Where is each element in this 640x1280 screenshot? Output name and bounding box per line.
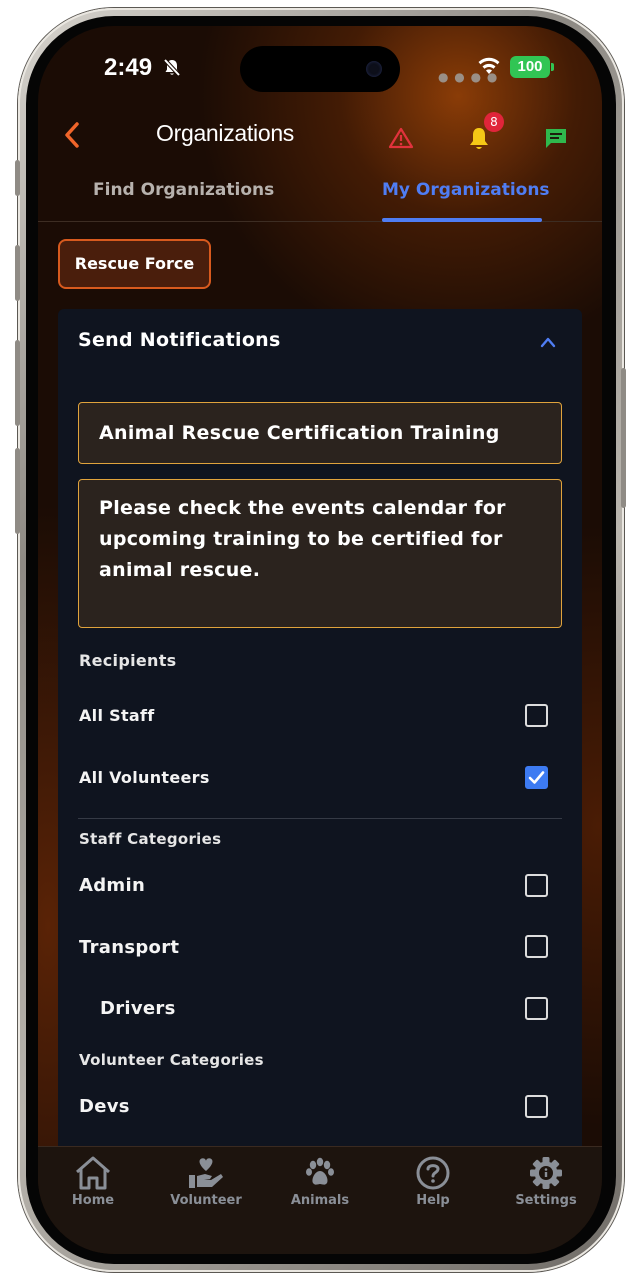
volume-down-button xyxy=(15,340,20,426)
power-button xyxy=(621,368,626,508)
notification-bell-icon[interactable] xyxy=(467,126,491,156)
message-textarea[interactable]: Please check the events calendar for upc… xyxy=(78,479,562,628)
volunteer-hand-heart-icon xyxy=(189,1158,223,1188)
back-arrow-icon[interactable] xyxy=(62,120,82,154)
volume-up-button xyxy=(15,245,20,301)
nav-animals[interactable]: Animals xyxy=(275,1155,365,1208)
battery-tip xyxy=(551,63,554,71)
action-button xyxy=(15,160,20,196)
recipient-all-volunteers-label: All Volunteers xyxy=(79,768,210,787)
screen: 2:49 ● ● ● ● 100 Organizations 8 Find Or… xyxy=(38,26,602,1254)
recipient-all-staff-label: All Staff xyxy=(79,706,155,725)
transport-checkbox[interactable] xyxy=(525,935,548,958)
dynamic-island xyxy=(240,46,400,92)
drivers-checkbox[interactable] xyxy=(525,997,548,1020)
checkmark-icon xyxy=(528,771,545,784)
all-staff-checkbox[interactable] xyxy=(525,704,548,727)
send-notifications-panel: Send Notifications Animal Rescue Certifi… xyxy=(58,309,582,1169)
nav-help[interactable]: Help xyxy=(388,1155,478,1208)
alert-triangle-icon[interactable] xyxy=(388,126,414,154)
camera-lens xyxy=(366,61,382,77)
tab-my-organizations[interactable]: My Organizations xyxy=(382,180,550,200)
gear-icon xyxy=(530,1157,562,1189)
home-icon xyxy=(76,1156,110,1190)
nav-home[interactable]: Home xyxy=(48,1155,138,1208)
status-time: 2:49 xyxy=(104,54,153,81)
volunteer-categories-heading: Volunteer Categories xyxy=(79,1051,264,1069)
chat-message-icon[interactable] xyxy=(543,126,569,154)
section-divider xyxy=(78,818,562,819)
tab-bar: Find Organizations My Organizations xyxy=(38,178,602,222)
silent-mode-bell-slash-icon xyxy=(162,58,182,82)
staff-categories-heading: Staff Categories xyxy=(79,830,222,848)
battery-level: 100 xyxy=(510,56,550,78)
nav-animals-label: Animals xyxy=(290,1193,350,1208)
help-question-icon xyxy=(416,1156,450,1190)
nav-help-label: Help xyxy=(416,1193,450,1208)
chevron-up-icon[interactable] xyxy=(540,333,556,352)
recipients-heading: Recipients xyxy=(79,651,177,670)
volunteer-category-devs-label: Devs xyxy=(79,1096,130,1117)
devs-checkbox[interactable] xyxy=(525,1095,548,1118)
nav-settings[interactable]: Settings xyxy=(501,1155,591,1208)
wifi-icon xyxy=(476,54,502,80)
active-tab-indicator xyxy=(382,218,542,222)
nav-settings-label: Settings xyxy=(515,1193,577,1208)
bottom-navigation: Home Volunteer Animals Help Settings xyxy=(38,1146,602,1254)
tab-find-organizations[interactable]: Find Organizations xyxy=(93,180,274,200)
paw-icon xyxy=(306,1157,334,1185)
notification-count-badge: 8 xyxy=(484,112,504,132)
page-title: Organizations xyxy=(156,120,295,146)
subject-input[interactable]: Animal Rescue Certification Training xyxy=(78,402,562,464)
volume-lower-button xyxy=(15,448,20,534)
nav-volunteer[interactable]: Volunteer xyxy=(161,1155,251,1208)
panel-title: Send Notifications xyxy=(78,329,281,351)
organization-chip[interactable]: Rescue Force xyxy=(58,239,211,289)
staff-category-drivers-label: Drivers xyxy=(100,998,176,1019)
nav-volunteer-label: Volunteer xyxy=(170,1193,242,1208)
all-volunteers-checkbox[interactable] xyxy=(525,766,548,789)
header: Organizations 8 xyxy=(38,112,602,176)
staff-category-admin-label: Admin xyxy=(79,875,146,896)
staff-category-transport-label: Transport xyxy=(79,937,180,958)
nav-home-label: Home xyxy=(71,1193,115,1208)
admin-checkbox[interactable] xyxy=(525,874,548,897)
